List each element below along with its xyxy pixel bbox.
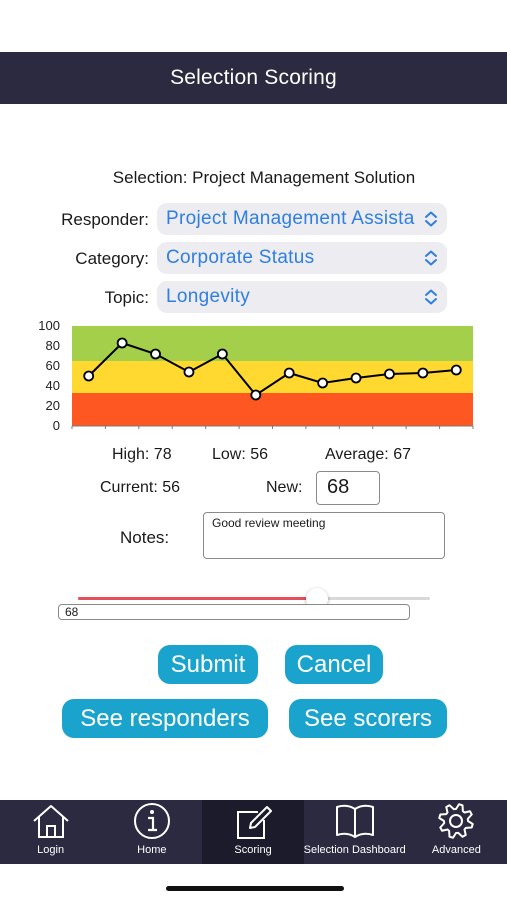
tab-label: Scoring	[234, 844, 272, 856]
data-point	[350, 372, 362, 384]
home-strip	[0, 864, 507, 900]
chevron-updown-icon	[425, 211, 437, 227]
see-responders-button[interactable]: See responders	[62, 699, 268, 738]
data-point	[150, 348, 161, 360]
data-point	[116, 337, 128, 349]
gear-outline	[438, 803, 475, 839]
category-value: Corporate Status	[166, 247, 315, 268]
data-point	[384, 368, 395, 380]
topic-picker[interactable]: Longevity	[157, 281, 447, 313]
category-row: Category: Corporate Status	[0, 242, 507, 276]
stats-row: High: 78 Low: 56 Average: 67	[0, 446, 507, 466]
page-title: Selection Scoring	[170, 66, 337, 89]
tab-scoring[interactable]: Scoring	[202, 800, 304, 864]
new-score-label: New:	[266, 479, 303, 496]
navigation-bar: Selection Scoring	[0, 52, 507, 104]
tab-label: Login	[37, 844, 65, 856]
cancel-button[interactable]: Cancel	[285, 645, 383, 684]
chart-band-1	[72, 361, 473, 393]
current-score: Current: 56	[100, 479, 181, 496]
tab-label: Advanced	[431, 844, 481, 856]
score-chart-svg: 100 80 60 40 20 0	[38, 318, 474, 433]
submit-button[interactable]: Submit	[158, 645, 258, 684]
book-icon	[335, 804, 374, 838]
y-tick-label: 40	[46, 378, 60, 393]
category-picker[interactable]: Corporate Status	[157, 242, 447, 274]
status-area	[0, 0, 507, 52]
category-label: Category:	[75, 249, 149, 268]
data-point	[83, 370, 95, 382]
responder-label: Responder:	[61, 210, 149, 229]
chevron-updown-icon	[425, 289, 437, 305]
info-icon	[133, 803, 170, 839]
data-point	[183, 366, 195, 378]
tab-home[interactable]: Home	[101, 800, 202, 864]
slider-fill	[78, 597, 318, 600]
tab-advanced[interactable]: Advanced	[406, 800, 507, 864]
score-chart: 100 80 60 40 20 0	[30, 318, 480, 436]
responder-value: Project Management Assistant	[166, 208, 415, 229]
selection-title: Selection: Project Management Solution	[112, 168, 416, 187]
data-point	[317, 377, 329, 389]
house-icon	[32, 805, 69, 838]
low-stat: Low: 56	[212, 446, 269, 463]
data-point	[417, 367, 429, 379]
y-tick-label: 20	[46, 398, 60, 413]
tab-login[interactable]: Login	[0, 800, 101, 864]
average-stat: Average: 67	[325, 446, 411, 463]
y-tick-label: 80	[46, 338, 60, 353]
chart-band-2	[72, 326, 473, 361]
new-score-input[interactable]: 68	[316, 471, 380, 505]
data-point	[450, 364, 462, 376]
tab-selection-dashboard[interactable]: Selection Dashboard	[304, 800, 406, 864]
topic-value: Longevity	[166, 286, 251, 307]
data-point	[283, 367, 295, 379]
chart-band-0	[72, 393, 473, 426]
slider-value-field[interactable]: 68	[58, 604, 410, 620]
notes-textarea[interactable]: Good review meeting	[203, 512, 445, 559]
home-indicator	[166, 886, 344, 891]
notes-label: Notes:	[120, 528, 170, 547]
gear-icon	[438, 803, 475, 839]
responder-row: Responder: Project Management Assistant	[0, 203, 507, 237]
y-tick-label: 0	[53, 418, 60, 433]
tab-label: Home	[137, 844, 167, 856]
data-point	[250, 389, 262, 401]
chevron-updown-icon	[425, 250, 437, 266]
topic-row: Topic: Longevity	[0, 281, 507, 315]
edit-icon	[237, 806, 273, 839]
high-stat: High: 78	[112, 446, 172, 463]
topic-label: Topic:	[104, 288, 149, 307]
responder-picker[interactable]: Project Management Assistant	[157, 203, 447, 235]
data-point	[216, 348, 228, 360]
y-tick-label: 100	[38, 318, 60, 333]
tab-label: Selection Dashboard	[303, 844, 406, 856]
see-scorers-button[interactable]: See scorers	[289, 699, 447, 738]
y-tick-label: 60	[46, 358, 60, 373]
tab-bar: Login Home Scoring Selection Dashboard A…	[0, 800, 507, 864]
